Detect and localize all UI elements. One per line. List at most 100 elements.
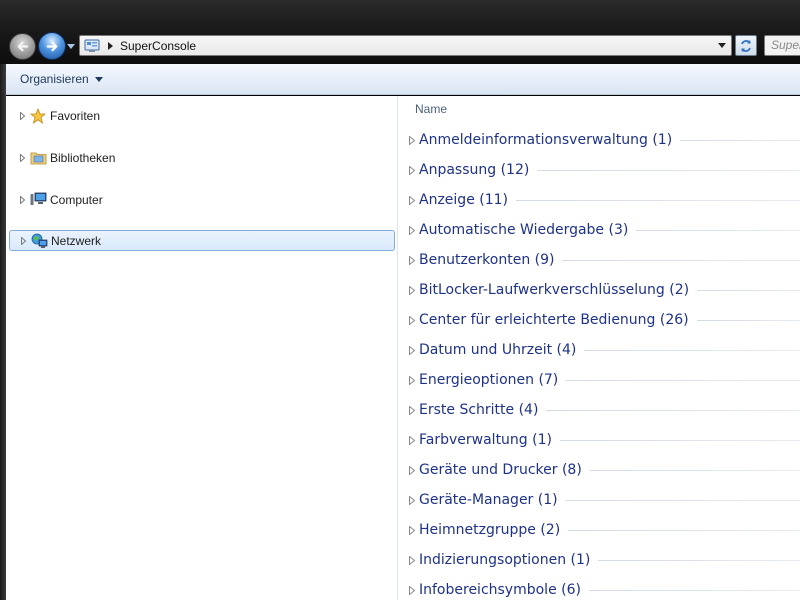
group-label: Geräte-Manager (1) — [419, 492, 558, 508]
group-label: Geräte und Drucker (8) — [419, 462, 582, 478]
expand-arrow-icon[interactable] — [408, 555, 416, 565]
libraries-icon — [29, 149, 47, 166]
nav-item-favorites[interactable]: Favoriten — [9, 105, 395, 126]
group-header[interactable]: Heimnetzgruppe (2) — [408, 518, 800, 542]
group-label: Automatische Wiedergabe (3) — [419, 222, 629, 238]
group-divider — [598, 559, 800, 561]
group-divider — [589, 469, 800, 471]
expand-arrow-icon[interactable] — [408, 435, 416, 445]
group-header[interactable]: Anpassung (12) — [408, 158, 800, 182]
group-header[interactable]: Indizierungsoptionen (1) — [408, 548, 800, 572]
nav-item-libraries[interactable]: Bibliotheken — [9, 147, 395, 168]
expand-arrow-icon[interactable] — [408, 135, 416, 145]
group-header[interactable]: Farbverwaltung (1) — [408, 428, 800, 452]
expand-arrow-icon[interactable] — [408, 405, 416, 415]
refresh-icon — [741, 39, 751, 52]
expand-arrow-icon[interactable] — [17, 153, 27, 163]
address-bar[interactable]: SuperConsole — [79, 35, 732, 56]
expand-arrow-icon[interactable] — [17, 195, 27, 205]
group-label: Anzeige (11) — [419, 192, 508, 208]
expand-arrow-icon[interactable] — [408, 315, 416, 325]
group-header[interactable]: Erste Schritte (4) — [408, 398, 800, 422]
group-divider — [546, 409, 800, 411]
group-header[interactable]: Energieoptionen (7) — [408, 368, 800, 392]
command-bar: Organisieren — [6, 64, 800, 95]
content-pane: Name Anmeldeinformationsverwaltung (1) An… — [398, 96, 800, 600]
group-label: Heimnetzgruppe (2) — [419, 522, 561, 538]
nav-item-network[interactable]: Netzwerk — [9, 230, 395, 251]
group-label: Anpassung (12) — [419, 162, 530, 178]
expand-arrow-icon[interactable] — [408, 195, 416, 205]
group-label: Energieoptionen (7) — [419, 372, 559, 388]
group-divider — [584, 349, 800, 351]
window-titlebar: SuperConsole SuperConsole durchsuchen — [0, 0, 800, 64]
network-icon — [30, 232, 48, 249]
navigation-pane: Favoriten Bibliotheken Computer Netzwerk — [6, 96, 398, 600]
group-label: BitLocker-Laufwerkverschlüsselung (2) — [419, 282, 690, 298]
group-divider — [680, 139, 800, 141]
group-label: Erste Schritte (4) — [419, 402, 539, 418]
group-header[interactable]: Anmeldeinformationsverwaltung (1) — [408, 128, 800, 152]
group-label: Center für erleichterte Bedienung (26) — [419, 312, 689, 328]
group-label: Infobereichsymbole (6) — [419, 582, 581, 598]
group-divider — [568, 529, 800, 531]
breadcrumb[interactable]: SuperConsole — [120, 39, 196, 53]
group-header[interactable]: Geräte und Drucker (8) — [408, 458, 800, 482]
arrow-right-icon — [46, 41, 57, 51]
expand-arrow-icon[interactable] — [17, 111, 27, 121]
group-header[interactable]: Datum und Uhrzeit (4) — [408, 338, 800, 362]
group-divider — [566, 379, 800, 381]
group-label: Farbverwaltung (1) — [419, 432, 552, 448]
refresh-button[interactable] — [735, 35, 757, 56]
group-header[interactable]: Anzeige (11) — [408, 188, 800, 212]
forward-button[interactable] — [38, 32, 66, 60]
recent-pages-dropdown[interactable] — [66, 41, 76, 51]
column-header-name[interactable]: Name — [415, 102, 447, 116]
group-label: Benutzerkonten (9) — [419, 252, 555, 268]
organize-button[interactable]: Organisieren — [20, 72, 103, 86]
control-panel-icon — [83, 38, 101, 54]
group-header[interactable]: Benutzerkonten (9) — [408, 248, 800, 272]
chevron-down-icon — [94, 76, 103, 82]
group-divider — [697, 289, 800, 291]
arrow-left-icon — [17, 41, 29, 52]
search-input[interactable]: SuperConsole durchsuchen — [764, 35, 800, 56]
organize-label: Organisieren — [20, 72, 89, 86]
group-divider — [696, 319, 800, 321]
expand-arrow-icon[interactable] — [408, 495, 416, 505]
group-header[interactable]: Automatische Wiedergabe (3) — [408, 218, 800, 242]
expand-arrow-icon[interactable] — [408, 585, 416, 595]
group-divider — [562, 259, 800, 261]
star-icon — [29, 107, 47, 124]
nav-item-label: Bibliotheken — [50, 150, 116, 165]
expand-arrow-icon[interactable] — [408, 375, 416, 385]
group-divider — [537, 169, 800, 171]
nav-item-label: Favoriten — [50, 108, 101, 123]
group-header[interactable]: BitLocker-Laufwerkverschlüsselung (2) — [408, 278, 800, 302]
expand-arrow-icon[interactable] — [18, 236, 28, 246]
group-header[interactable]: Center für erleichterte Bedienung (26) — [408, 308, 800, 332]
chevron-down-icon — [67, 43, 75, 49]
breadcrumb-separator-icon[interactable] — [104, 38, 116, 54]
expand-arrow-icon[interactable] — [408, 225, 416, 235]
expand-arrow-icon[interactable] — [408, 165, 416, 175]
group-header[interactable]: Geräte-Manager (1) — [408, 488, 800, 512]
nav-item-label: Computer — [50, 192, 103, 207]
group-divider — [559, 439, 800, 441]
group-label: Anmeldeinformationsverwaltung (1) — [419, 132, 673, 148]
group-divider — [516, 199, 800, 201]
expand-arrow-icon[interactable] — [408, 465, 416, 475]
back-button[interactable] — [9, 33, 36, 60]
computer-icon — [29, 191, 47, 208]
group-header[interactable]: Infobereichsymbole (6) — [408, 578, 800, 600]
expand-arrow-icon[interactable] — [408, 345, 416, 355]
expand-arrow-icon[interactable] — [408, 285, 416, 295]
group-divider — [636, 229, 800, 231]
address-dropdown-button[interactable] — [716, 39, 728, 52]
chevron-down-icon — [718, 43, 726, 48]
group-label: Datum und Uhrzeit (4) — [419, 342, 577, 358]
nav-item-computer[interactable]: Computer — [9, 189, 395, 210]
expand-arrow-icon[interactable] — [408, 525, 416, 535]
expand-arrow-icon[interactable] — [408, 255, 416, 265]
group-divider — [588, 589, 800, 591]
